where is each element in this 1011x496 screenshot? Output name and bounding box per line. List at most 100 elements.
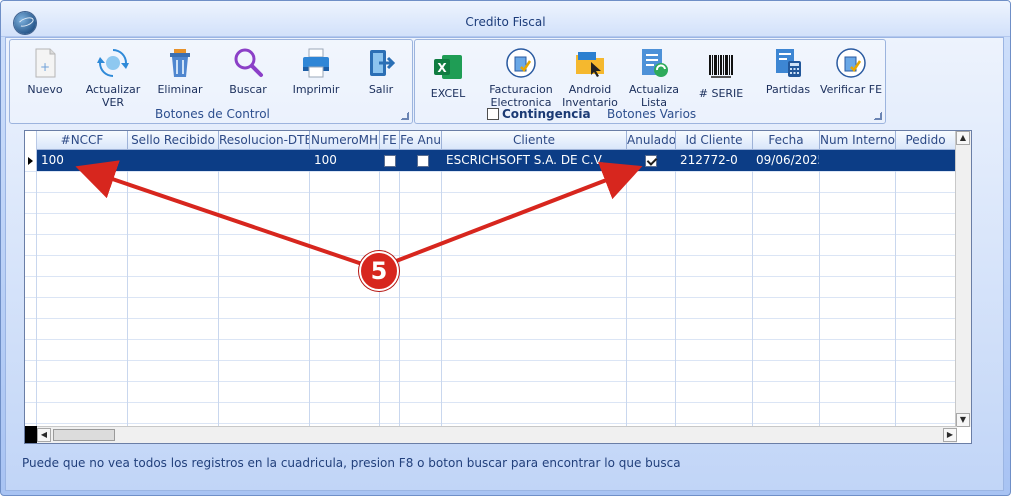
printer-icon [300,47,332,79]
col-header-nccf[interactable]: #NCCF [37,131,128,150]
actualiza-lista-button[interactable]: Actualiza Lista [625,47,683,109]
dialog-launcher-icon[interactable] [874,112,882,120]
grid-row-line [25,297,956,298]
grid-col-line [752,171,753,428]
salir-label: Salir [368,83,394,96]
partidas-button[interactable]: Partidas [760,47,816,96]
contingencia-box[interactable] [487,108,499,120]
col-header-num-interno[interactable]: Num Interno [820,131,896,150]
col-header-numeromh[interactable]: NumeroMH [310,131,380,150]
grid-col-line [36,171,37,428]
title-bar[interactable]: Credito Fiscal [1,1,1010,37]
grid-col-line [441,171,442,428]
facturacion-electronica-button[interactable]: Facturacion Electronica [485,47,557,109]
col-header-pedido[interactable]: Pedido [896,131,956,150]
serie-button[interactable]: # SERIE [695,51,747,100]
grid-row-line [25,318,956,319]
buscar-button[interactable]: Buscar [218,47,278,96]
grid-row-line [25,360,956,361]
control-buttons-group: + Nuevo Actualizar VER Eliminar Buscar I… [9,39,413,124]
nuevo-label: Nuevo [27,83,63,96]
col-header-anulado[interactable]: Anulado [627,131,676,150]
vertical-scrollbar[interactable]: ▲ ▼ [955,131,971,427]
dialog-launcher-icon[interactable] [401,112,409,120]
imprimir-label: Imprimir [292,83,340,96]
grid-row-line [25,234,956,235]
credito-fiscal-window: Credito Fiscal + Nuevo Actualizar VER El… [0,0,1011,496]
excel-icon: X [432,51,464,83]
grid-row-line [25,381,956,382]
salir-button[interactable]: Salir [353,47,409,96]
grid-row-line [25,171,956,172]
grid-row-line [25,339,956,340]
cell-fe-checkbox[interactable] [384,155,396,167]
horizontal-scrollbar[interactable]: ◀ ▶ [37,426,957,443]
col-header-fe[interactable]: FE [380,131,400,150]
col-header-resolucion-dte[interactable]: Resolucion-DTE [219,131,310,150]
nuevo-button[interactable]: + Nuevo [16,47,74,96]
grid-col-line [819,171,820,428]
data-grid[interactable]: #NCCF Sello Recibido Resolucion-DTE Nume… [24,130,972,444]
cell-nccf[interactable]: 100 [41,150,126,171]
grid-row-line [25,276,956,277]
verify-fe-icon [835,47,867,79]
scroll-up-button[interactable]: ▲ [956,131,970,145]
cell-anulado-checkbox[interactable] [645,155,657,167]
grid-row-line [25,402,956,403]
buscar-label: Buscar [229,83,267,96]
col-header-fecha[interactable]: Fecha [753,131,820,150]
actualiza-lista-label: Actualiza Lista [628,83,680,109]
grid-corner [25,426,37,443]
serie-label: # SERIE [698,87,744,100]
col-header-sello-recibido[interactable]: Sello Recibido [128,131,219,150]
grid-row-line [25,255,956,256]
grid-col-line [895,171,896,428]
col-header-fe-anu[interactable]: Fe Anu [400,131,442,150]
cell-numeromh[interactable]: 100 [314,150,378,171]
eliminar-label: Eliminar [157,83,203,96]
svg-text:X: X [437,61,447,75]
new-document-icon: + [29,47,61,79]
cell-fe-anu-checkbox[interactable] [417,155,429,167]
calculator-document-icon [772,47,804,79]
grid-row-line [25,213,956,214]
grid-col-line [399,171,400,428]
col-header-cliente[interactable]: Cliente [442,131,627,150]
exit-door-icon [365,47,397,79]
cell-fecha[interactable]: 09/06/2025 [756,150,819,171]
grid-col-line [626,171,627,428]
eliminar-button[interactable]: Eliminar [150,47,210,96]
col-header-id-cliente[interactable]: Id Cliente [676,131,753,150]
partidas-label: Partidas [765,83,811,96]
excel-label: EXCEL [430,87,466,100]
actualizar-ver-label: Actualizar VER [85,83,141,109]
refresh-icon [97,47,129,79]
current-row-indicator-icon [28,157,33,165]
cell-id-cliente[interactable]: 212772-0 [680,150,752,171]
folder-cursor-icon [574,47,606,79]
cell-cliente[interactable]: ESCRICHSOFT S.A. DE C.V. [446,150,626,171]
grid-col-line [379,171,380,428]
verificar-fe-button[interactable]: Verificar FE [819,47,883,96]
verificar-fe-label: Verificar FE [819,83,883,96]
android-inventario-button[interactable]: Android Inventario [561,47,619,109]
search-icon [232,47,264,79]
scroll-down-button[interactable]: ▼ [956,413,970,427]
excel-button[interactable]: X EXCEL [425,51,471,100]
annotation-badge: 5 [359,251,399,291]
grid-col-line [218,171,219,428]
scroll-left-button[interactable]: ◀ [37,428,51,442]
svg-text:+: + [40,60,50,74]
scroll-right-button[interactable]: ▶ [943,428,957,442]
grid-col-line [127,171,128,428]
status-hint: Puede que no vea todos los registros en … [22,456,681,470]
horizontal-scroll-thumb[interactable] [53,429,115,441]
contingencia-checkbox[interactable]: Contingencia [487,107,591,121]
actualizar-ver-button[interactable]: Actualizar VER [80,47,146,109]
main-content: + Nuevo Actualizar VER Eliminar Buscar I… [5,37,1004,491]
varios-group-label: Botones Varios [607,107,697,121]
barcode-icon [705,51,737,83]
trash-icon [164,47,196,79]
imprimir-button[interactable]: Imprimir [286,47,346,96]
window-title: Credito Fiscal [465,15,546,29]
